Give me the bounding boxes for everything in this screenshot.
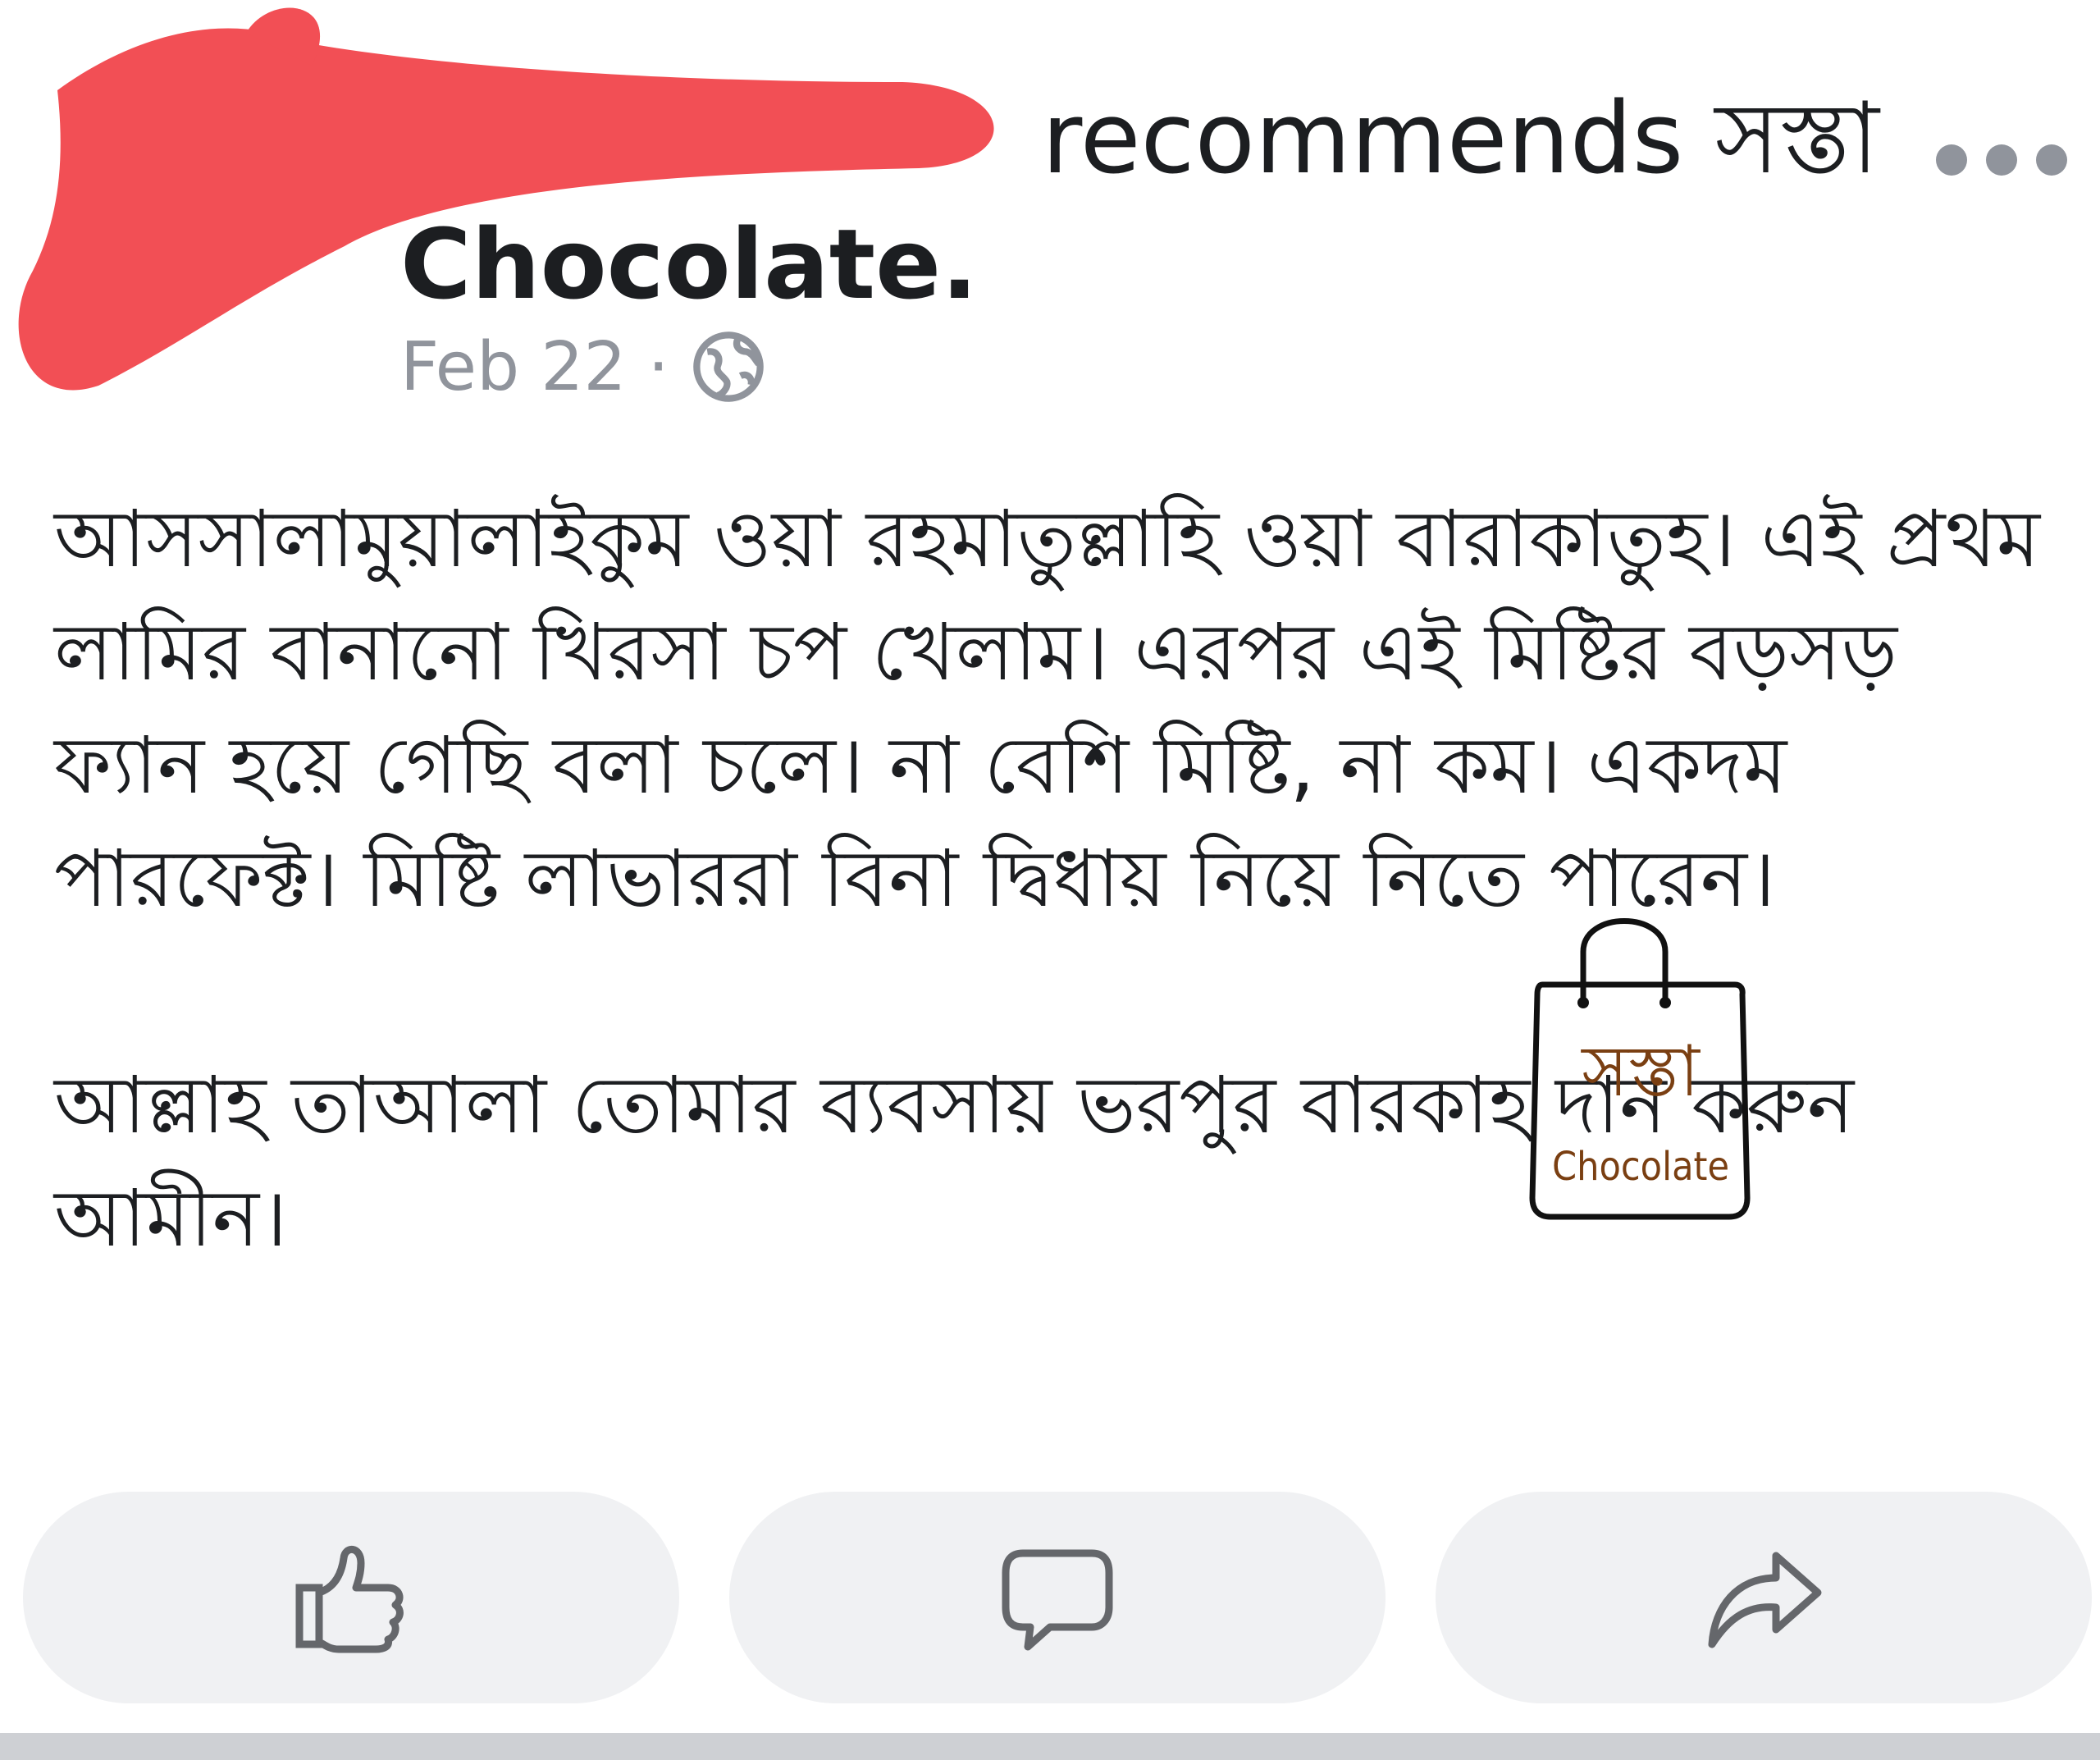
feed-divider [0,1733,2100,1760]
post-paragraph: আসসালামুয়ালাইকুম ওয়া রহমাতুল্লাহি ওয়া… [54,493,2066,925]
more-options-icon[interactable] [1936,131,2067,189]
thumbs-up-icon [295,1546,404,1653]
logo-title: সস্তা [1580,1031,1701,1113]
more-dot [1936,144,1967,176]
globe-icon[interactable] [691,329,766,405]
page-name-link[interactable]: Chocolate. [400,207,978,322]
post-card: recommends সস্তা Chocolate. Feb 22 · আসস… [0,0,2100,1760]
post-date[interactable]: Feb 22 [400,328,627,406]
like-button[interactable] [23,1492,679,1703]
meta-separator: · [647,327,669,406]
more-dot [1986,144,2017,176]
action-bar [23,1492,2092,1705]
post-meta: Feb 22 · [400,322,766,412]
shopping-bag-logo: সস্তা Chocolate [1529,918,1751,1220]
share-arrow-icon [1708,1552,1822,1648]
logo-subtitle: Chocolate [1552,1144,1729,1190]
comment-icon [1002,1549,1113,1651]
more-dot [2036,144,2067,176]
share-button[interactable] [1436,1492,2092,1703]
recommends-text: recommends সস্তা [1042,82,1879,196]
comment-button[interactable] [729,1492,1386,1703]
